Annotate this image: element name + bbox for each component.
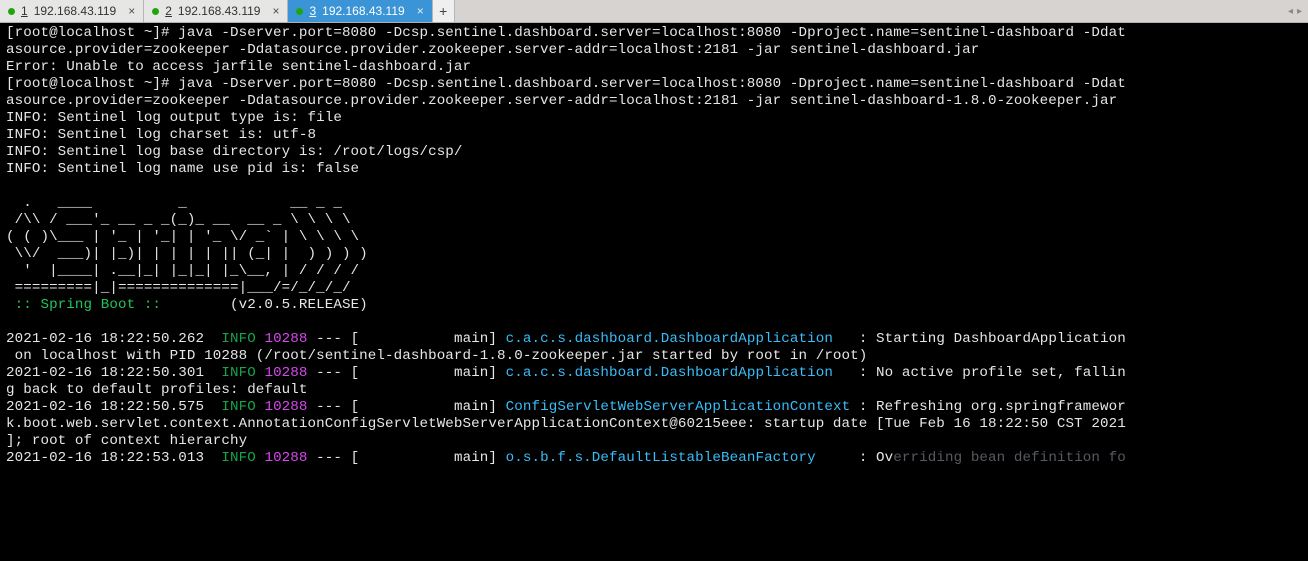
tab-label: 192.168.43.119 [34, 4, 117, 18]
log-logger: ConfigServletWebServerApplicationContext [506, 399, 851, 415]
log-timestamp: 2021-02-16 18:22:50.301 [6, 365, 204, 381]
info-line: INFO: Sentinel log name use pid is: fals… [6, 161, 359, 177]
prompt: [root@localhost ~]# [6, 76, 178, 92]
log-pid: 10288 [264, 399, 307, 415]
banner-line: =========|_|==============|___/=/_/_/_/ [6, 280, 351, 296]
log-timestamp: 2021-02-16 18:22:50.262 [6, 331, 204, 347]
log-level: INFO [221, 399, 255, 415]
banner-line: . ____ _ __ _ _ [6, 195, 342, 211]
log-pid: 10288 [264, 365, 307, 381]
tab-bar: 1 192.168.43.119 × 2 192.168.43.119 × 3 … [0, 0, 1308, 23]
tab-2[interactable]: 2 192.168.43.119 × [144, 0, 288, 22]
info-line: INFO: Sentinel log output type is: file [6, 110, 342, 126]
spring-boot-version: (v2.0.5.RELEASE) [161, 297, 368, 313]
log-level: INFO [221, 365, 255, 381]
command-text: asource.provider=zookeeper -Ddatasource.… [6, 93, 1117, 109]
log-msg: ]; root of context hierarchy [6, 433, 247, 449]
tab-label: 192.168.43.119 [322, 4, 405, 18]
info-line: INFO: Sentinel log charset is: utf-8 [6, 127, 316, 143]
log-msg: : Starting DashboardApplication [850, 331, 1126, 347]
log-pid: 10288 [264, 450, 307, 466]
tab-number: 1 [21, 4, 28, 18]
scroll-right-icon[interactable]: ▸ [1297, 6, 1302, 17]
status-dot-icon [8, 8, 15, 15]
log-logger: o.s.b.f.s.DefaultListableBeanFactory [506, 450, 851, 466]
command-text: java -Dserver.port=8080 -Dcsp.sentinel.d… [178, 25, 1126, 41]
banner-line: \\/ ___)| |_)| | | | | || (_| | ) ) ) ) [6, 246, 368, 262]
banner-line: ' |____| .__|_| |_|_| |_\__, | / / / / [6, 263, 359, 279]
log-msg: g back to default profiles: default [6, 382, 308, 398]
close-icon[interactable]: × [272, 4, 279, 18]
terminal-output[interactable]: [root@localhost ~]# java -Dserver.port=8… [0, 23, 1308, 561]
tab-number: 3 [309, 4, 316, 18]
log-level: INFO [221, 450, 255, 466]
log-timestamp: 2021-02-16 18:22:50.575 [6, 399, 204, 415]
prompt: [root@localhost ~]# [6, 25, 178, 41]
log-thread: --- [ main] [308, 365, 506, 381]
status-dot-icon [296, 8, 303, 15]
log-pid: 10288 [264, 331, 307, 347]
log-msg: : No active profile set, fallin [850, 365, 1126, 381]
tab-scroll-controls: ◂ ▸ [1282, 6, 1308, 17]
tab-1[interactable]: 1 192.168.43.119 × [0, 0, 144, 22]
log-msg: on localhost with PID 10288 (/root/senti… [6, 348, 867, 364]
banner-line: ( ( )\___ | '_ | '_| | '_ \/ _` | \ \ \ … [6, 229, 359, 245]
close-icon[interactable]: × [417, 4, 424, 18]
log-msg: k.boot.web.servlet.context.AnnotationCon… [6, 416, 1126, 432]
banner-line: /\\ / ___'_ __ _ _(_)_ __ __ _ \ \ \ \ [6, 212, 351, 228]
close-icon[interactable]: × [128, 4, 135, 18]
log-thread: --- [ main] [308, 450, 506, 466]
add-tab-button[interactable]: + [433, 0, 455, 22]
tab-number: 2 [165, 4, 172, 18]
log-thread: --- [ main] [308, 331, 506, 347]
error-line: Error: Unable to access jarfile sentinel… [6, 59, 471, 75]
log-logger: c.a.c.s.dashboard.DashboardApplication [506, 365, 851, 381]
log-thread: --- [ main] [308, 399, 506, 415]
spring-boot-label: :: Spring Boot :: [6, 297, 161, 313]
status-dot-icon [152, 8, 159, 15]
log-timestamp: 2021-02-16 18:22:53.013 [6, 450, 204, 466]
tab-label: 192.168.43.119 [178, 4, 261, 18]
command-text: asource.provider=zookeeper -Ddatasource.… [6, 42, 979, 58]
command-text: java -Dserver.port=8080 -Dcsp.sentinel.d… [178, 76, 1126, 92]
tab-3[interactable]: 3 192.168.43.119 × [288, 0, 432, 22]
watermark-overlay: erriding bean definition fo [893, 450, 1126, 466]
log-msg: : Refreshing org.springframewor [850, 399, 1126, 415]
log-msg: : Ov [850, 450, 893, 466]
log-level: INFO [221, 331, 255, 347]
scroll-left-icon[interactable]: ◂ [1288, 6, 1293, 17]
info-line: INFO: Sentinel log base directory is: /r… [6, 144, 463, 160]
log-logger: c.a.c.s.dashboard.DashboardApplication [506, 331, 851, 347]
